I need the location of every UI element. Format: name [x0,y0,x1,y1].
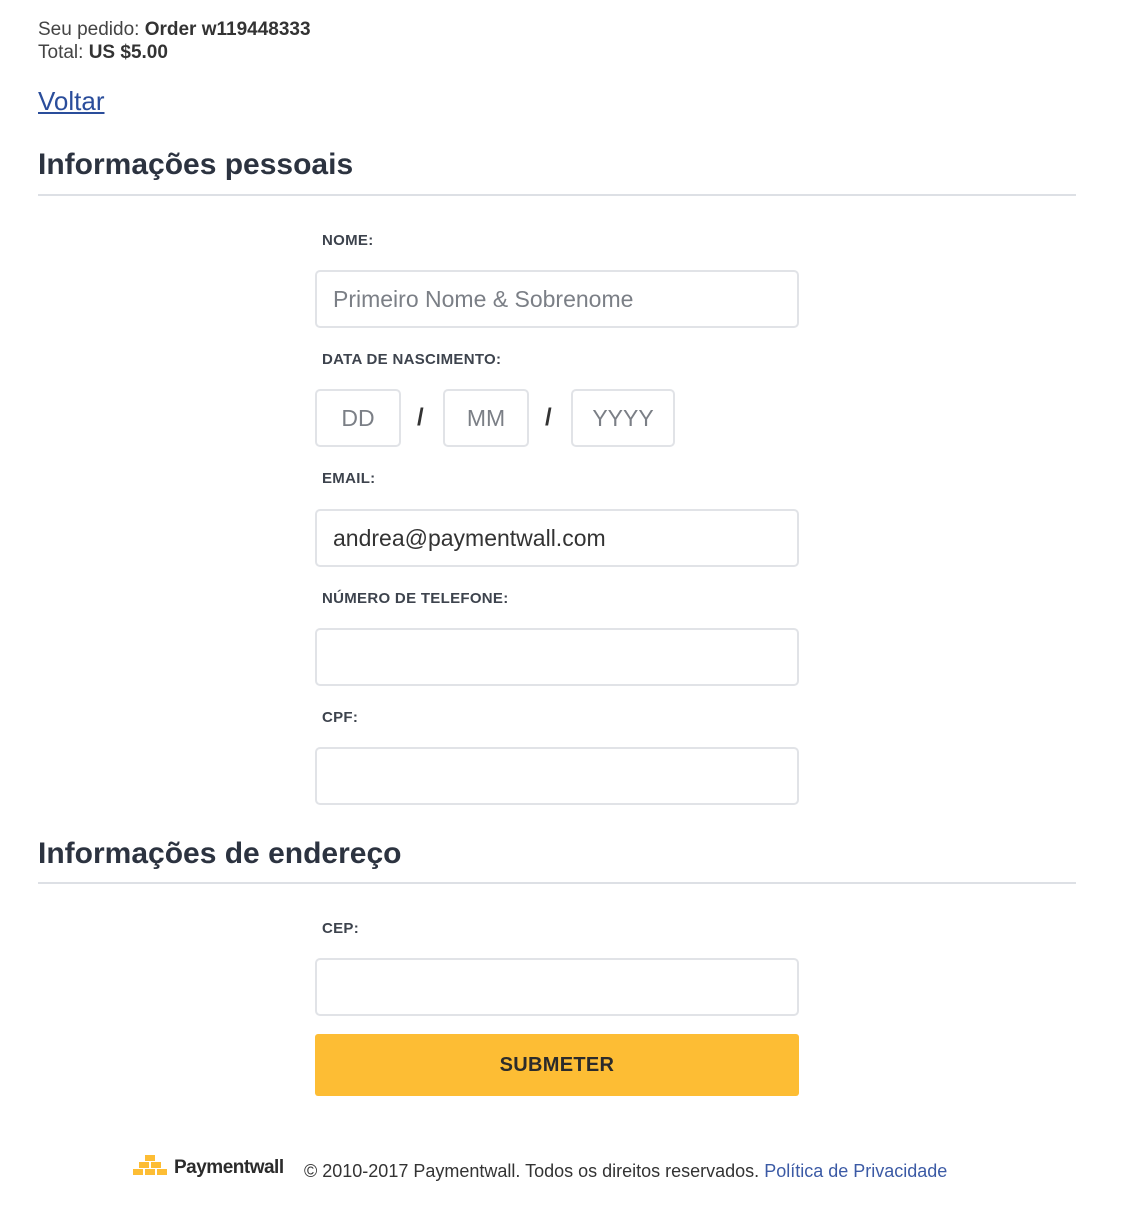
date-separator: / [417,404,424,431]
date-separator: / [545,404,552,431]
cep-label: CEP: [322,920,360,937]
birth-month-input[interactable] [443,389,529,447]
back-link[interactable]: Voltar [38,86,105,116]
total-amount: US $5.00 [88,42,168,63]
submit-button[interactable]: SUBMETER [315,1034,799,1096]
total-line: Total: US $5.00 [38,41,311,64]
email-input[interactable] [315,509,799,567]
footer-brand: Paymentwall [174,1157,284,1178]
section-divider [38,194,1076,196]
phone-input[interactable] [315,628,799,686]
birthdate-label: DATA DE NASCIMENTO: [322,351,502,368]
name-input[interactable] [315,270,799,328]
birth-day-input[interactable] [315,389,401,447]
birth-year-input[interactable] [571,389,675,447]
email-label: EMAIL: [322,470,376,487]
cpf-input[interactable] [315,747,799,805]
cep-input[interactable] [315,958,799,1016]
order-number: Order w119448333 [144,19,311,40]
total-label: Total: [38,42,84,63]
section-divider [38,882,1076,884]
order-label: Seu pedido: [38,19,140,40]
copyright-text: © 2010-2017 Paymentwall. Todos os direit… [304,1161,760,1181]
order-line: Seu pedido: Order w119448333 [38,18,311,41]
phone-label: NÚMERO DE TELEFONE: [322,590,509,607]
cpf-label: CPF: [322,709,359,726]
order-summary: Seu pedido: Order w119448333 Total: US $… [38,18,311,64]
paymentwall-logo-icon [133,1155,167,1175]
name-label: NOME: [322,232,374,249]
address-info-heading: Informações de endereço [38,837,402,870]
privacy-policy-link[interactable]: Política de Privacidade [764,1161,947,1181]
personal-info-heading: Informações pessoais [38,148,354,181]
footer-copyright-line: © 2010-2017 Paymentwall. Todos os direit… [304,1160,947,1182]
